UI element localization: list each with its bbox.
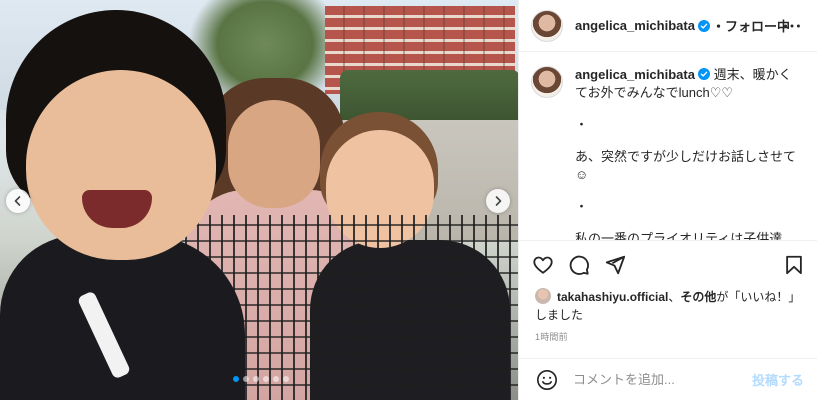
carousel-dot (283, 376, 289, 382)
carousel-dot (243, 376, 249, 382)
more-horizontal-icon (784, 24, 800, 28)
header-username[interactable]: angelica_michibata (575, 18, 695, 33)
emoji-button[interactable] (535, 368, 559, 392)
share-button[interactable] (603, 253, 627, 277)
more-options-button[interactable] (780, 14, 804, 38)
post-sidebar: angelica_michibata ・フォロー中 angelica_michi… (518, 0, 817, 400)
caption-area: angelica_michibata 週末、暖かくてお外でみんなでlunch♡♡… (519, 52, 817, 240)
likes-others-link[interactable]: その他 (680, 290, 716, 304)
paper-plane-icon (605, 255, 626, 274)
carousel-dot (233, 376, 239, 382)
carousel-dot (273, 376, 279, 382)
post-header: angelica_michibata ・フォロー中 (519, 0, 817, 52)
verified-badge-icon (697, 19, 710, 32)
chevron-right-icon (495, 196, 502, 206)
save-button[interactable] (782, 253, 806, 277)
liker-avatar[interactable] (535, 288, 551, 304)
heart-icon (533, 256, 553, 274)
avatar[interactable] (531, 9, 563, 42)
carousel-dot (253, 376, 259, 382)
chevron-left-icon (14, 196, 21, 206)
instagram-post-dialog: angelica_michibata ・フォロー中 angelica_michi… (0, 0, 817, 400)
carousel-indicator (233, 376, 289, 382)
caption-avatar[interactable] (531, 66, 563, 98)
like-button[interactable] (531, 253, 555, 277)
caption-line: ・ (575, 199, 589, 214)
carousel-prev-button[interactable] (6, 189, 30, 213)
carousel-dot (263, 376, 269, 382)
smiley-icon (537, 369, 557, 390)
bookmark-icon (786, 255, 802, 274)
post-photo[interactable] (0, 0, 518, 400)
post-timestamp[interactable]: 1時間前 (535, 330, 568, 343)
verified-badge-icon (697, 68, 710, 80)
photo-boy-face (26, 70, 216, 260)
comment-bubble-icon (569, 255, 589, 275)
comment-button[interactable] (567, 253, 591, 277)
caption-text: angelica_michibata 週末、暖かくてお外でみんなでlunch♡♡… (575, 66, 797, 240)
carousel-next-button[interactable] (486, 189, 510, 213)
caption-line: 私の一番のプライオリティは子供達 (575, 231, 783, 240)
caption-username[interactable]: angelica_michibata (575, 67, 695, 82)
comment-input[interactable] (573, 372, 743, 387)
post-comment-button[interactable]: 投稿する (752, 370, 804, 389)
liker-username[interactable]: takahashiyu.official (557, 290, 668, 304)
likes-summary: takahashiyu.official、その他が「いいね！」しました (535, 288, 801, 322)
photo-woman-face (228, 100, 320, 208)
post-actions (519, 240, 817, 288)
comment-bar: 投稿する (519, 358, 817, 400)
caption-line: ・ (575, 117, 589, 132)
caption-line: あ、突然ですが少しだけお話しさせて☺ (575, 149, 797, 182)
